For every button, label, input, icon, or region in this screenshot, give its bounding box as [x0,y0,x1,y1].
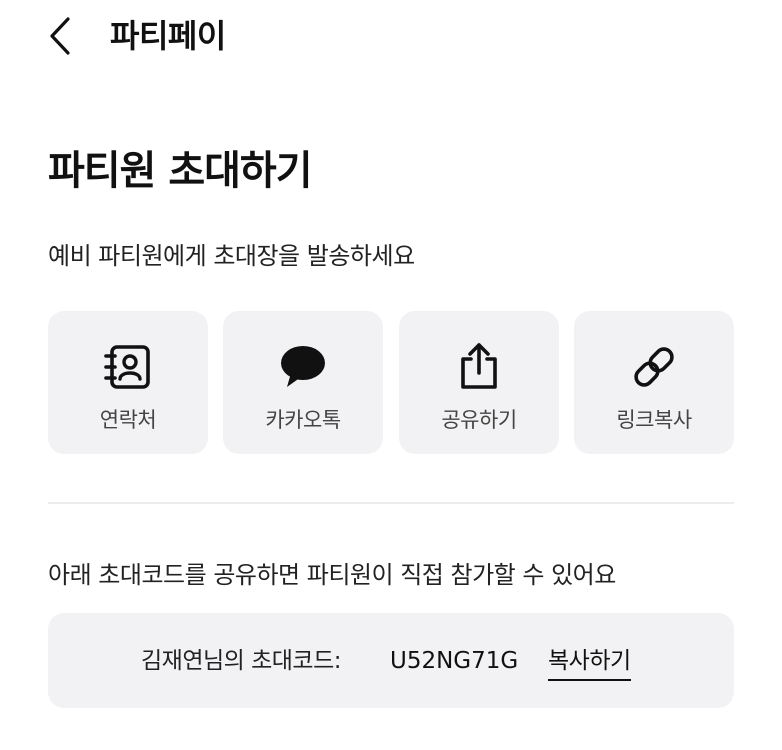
invite-code-label: 김재연님의 초대코드: [141,648,342,674]
page-title: 파티원 초대하기 [48,148,313,194]
invite-code-value: U52NG71G [390,648,519,674]
share-kakaotalk-button[interactable]: 카카오톡 [223,311,383,454]
copy-code-button[interactable]: 복사하기 [548,643,631,681]
kakaotalk-icon [277,341,329,393]
header-title: 파티페이 [110,17,226,55]
header: 파티페이 [0,0,782,72]
section-divider [48,502,734,504]
share-contacts-label: 연락처 [99,408,157,432]
invite-code-box: 김재연님의 초대코드: U52NG71G 복사하기 [48,613,734,708]
share-icon [453,341,505,393]
share-kakaotalk-label: 카카오톡 [265,408,341,432]
share-contacts-button[interactable]: 연락처 [48,311,208,454]
link-icon [628,341,680,393]
share-system-label: 공유하기 [441,408,517,432]
contacts-icon [102,341,154,393]
page-subtitle: 예비 파티원에게 초대장을 발송하세요 [48,242,415,270]
share-system-button[interactable]: 공유하기 [399,311,559,454]
chevron-left-icon [50,17,70,55]
copy-link-button[interactable]: 링크복사 [574,311,734,454]
copy-link-label: 링크복사 [616,408,692,432]
invite-code-info: 아래 초대코드를 공유하면 파티원이 직접 참가할 수 있어요 [48,561,616,589]
back-button[interactable] [40,14,80,58]
